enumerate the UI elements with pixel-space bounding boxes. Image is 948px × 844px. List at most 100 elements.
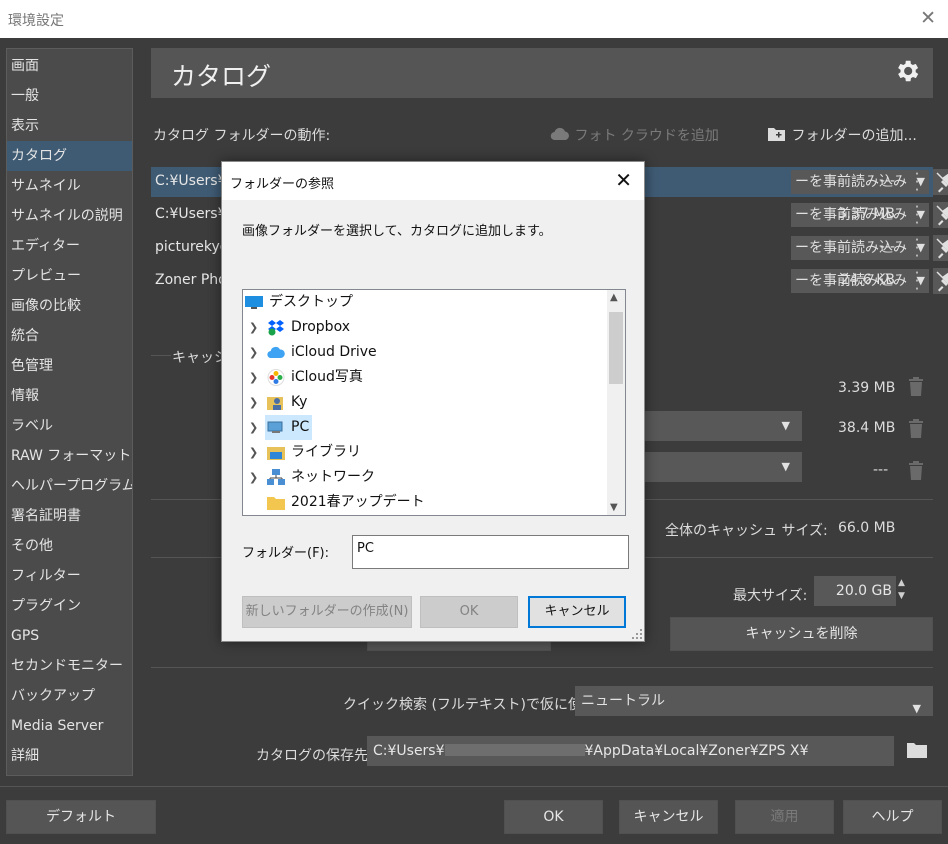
tree-scrollbar[interactable]: ▲ ▼	[607, 290, 625, 515]
folder-size: 24.6 KB	[840, 272, 895, 288]
sidebar-item[interactable]: セカンドモニター	[7, 651, 132, 681]
tree-node[interactable]: 2021春アップデート	[243, 490, 607, 515]
dropbox-icon	[267, 319, 285, 336]
more-options-icon[interactable]: · · ·	[913, 200, 921, 231]
folder-path: C:¥Users¥	[155, 206, 227, 222]
trash-icon[interactable]	[908, 460, 924, 480]
delete-cache-button[interactable]: キャッシュを削除	[670, 617, 933, 651]
sidebar-item[interactable]: 署名証明書	[7, 501, 132, 531]
tree-node[interactable]: ❯ Ky	[243, 390, 607, 415]
library-icon	[267, 444, 285, 461]
chevron-right-icon[interactable]: ❯	[249, 365, 261, 390]
sidebar-item[interactable]: プレビュー	[7, 261, 132, 291]
plug-icon[interactable]	[933, 202, 948, 228]
save-location-input[interactable]: C:¥Users¥ ¥AppData¥Local¥Zoner¥ZPS X¥	[367, 736, 894, 766]
new-folder-button[interactable]: 新しいフォルダーの作成(N)	[242, 596, 412, 628]
sidebar-item[interactable]: ラベル	[7, 411, 132, 441]
max-size-label: 最大サイズ:	[733, 588, 808, 604]
chevron-right-icon[interactable]: ❯	[249, 440, 261, 465]
ok-button[interactable]: OK	[504, 800, 603, 834]
sidebar-item[interactable]: GPS	[7, 621, 132, 651]
chevron-right-icon[interactable]: ❯	[249, 415, 261, 440]
tree-node[interactable]: ❯ Dropbox	[243, 315, 607, 340]
cache-location-dropdown-2[interactable]: ▼	[644, 452, 802, 482]
chevron-right-icon[interactable]: ❯	[249, 465, 261, 490]
close-icon[interactable]: ✕	[920, 7, 936, 29]
page-title: カタログ	[171, 62, 272, 91]
cache-location-dropdown-1[interactable]: ▼	[644, 411, 802, 441]
scroll-thumb[interactable]	[609, 312, 623, 384]
folder-path: picturekyo	[155, 239, 229, 255]
default-button[interactable]: デフォルト	[6, 800, 156, 834]
more-options-icon[interactable]: · · ·	[913, 266, 921, 297]
chevron-right-icon[interactable]: ❯	[249, 315, 261, 340]
sidebar-item[interactable]: 表示	[7, 111, 132, 141]
chevron-down-icon: ▼	[912, 702, 921, 715]
plug-icon[interactable]	[933, 268, 948, 294]
save-location-prefix: C:¥Users¥	[373, 743, 445, 759]
tree-node[interactable]: デスクトップ	[243, 290, 607, 315]
quick-search-label: クイック検索 (フルテキスト)で仮に使用:	[343, 697, 601, 713]
sidebar-item[interactable]: 一般	[7, 81, 132, 111]
folder-input[interactable]: PC	[352, 535, 629, 569]
tree-node[interactable]: ❯ ライブラリ	[243, 440, 607, 465]
resize-grip-icon[interactable]	[632, 629, 642, 639]
chevron-right-icon[interactable]: ❯	[249, 390, 261, 415]
sidebar-item[interactable]: ヘルパープログラム	[7, 471, 132, 501]
plug-icon[interactable]	[933, 169, 948, 195]
more-options-icon[interactable]: · · ·	[913, 233, 921, 264]
save-location-suffix: ¥AppData¥Local¥Zoner¥ZPS X¥	[584, 743, 809, 759]
dialog-cancel-button[interactable]: キャンセル	[528, 596, 626, 628]
folder-label: フォルダー(F):	[242, 546, 330, 561]
tree-node-label: iCloud Drive	[291, 344, 377, 360]
sidebar-item[interactable]: 情報	[7, 381, 132, 411]
max-size-input[interactable]: 20.0 GB	[814, 576, 896, 606]
add-folder-button[interactable]: フォルダーの追加...	[767, 125, 917, 145]
max-size-stepper[interactable]: ▲ ▼	[898, 577, 905, 603]
add-photo-cloud-link[interactable]: フォト クラウドを追加	[550, 125, 719, 145]
more-options-icon[interactable]: · · ·	[913, 167, 921, 198]
tree-node-label: 2021春アップデート	[291, 494, 425, 510]
title-bar: 環境設定 ✕	[0, 0, 948, 38]
sidebar-item[interactable]: プラグイン	[7, 591, 132, 621]
sidebar-item[interactable]: Media Server	[7, 711, 132, 741]
trash-icon[interactable]	[908, 418, 924, 438]
sidebar-item[interactable]: その他	[7, 531, 132, 561]
folder-browse-icon[interactable]	[906, 741, 928, 759]
sidebar-item[interactable]: 詳細	[7, 741, 132, 771]
plug-icon[interactable]	[933, 235, 948, 261]
sidebar-item[interactable]: RAW フォーマット	[7, 441, 132, 471]
scroll-down-icon[interactable]: ▼	[610, 502, 618, 513]
user-folder-icon	[267, 394, 285, 411]
sidebar-item[interactable]: サムネイルの説明	[7, 201, 132, 231]
cancel-button[interactable]: キャンセル	[619, 800, 718, 834]
sidebar-item[interactable]: エディター	[7, 231, 132, 261]
sidebar-item[interactable]: バックアップ	[7, 681, 132, 711]
sidebar-item[interactable]: 画像の比較	[7, 291, 132, 321]
gear-icon[interactable]	[893, 57, 921, 85]
apply-button[interactable]: 適用	[735, 800, 834, 834]
icloud-icon	[267, 344, 285, 361]
chevron-right-icon[interactable]: ❯	[249, 340, 261, 365]
quick-search-dropdown[interactable]: ニュートラル ▼	[575, 686, 933, 716]
sidebar-item[interactable]: フィルター	[7, 561, 132, 591]
dialog-description: 画像フォルダーを選択して、カタログに追加します。	[242, 224, 552, 239]
add-folder-label: フォルダーの追加...	[791, 128, 917, 144]
sidebar-item[interactable]: カタログ	[7, 141, 132, 171]
dialog-ok-button[interactable]: OK	[420, 596, 518, 628]
sidebar-item[interactable]: サムネイル	[7, 171, 132, 201]
help-button[interactable]: ヘルプ	[843, 800, 942, 834]
scroll-up-icon[interactable]: ▲	[610, 292, 618, 303]
tree-node[interactable]: ❯ ネットワーク	[243, 465, 607, 490]
sidebar-item[interactable]: 画面	[7, 51, 132, 81]
chevron-down-icon: ▼	[781, 419, 790, 432]
tree-node[interactable]: ❯ iCloud Drive	[243, 340, 607, 365]
close-icon[interactable]: ✕	[615, 168, 632, 192]
tree-node[interactable]: ❯ iCloud写真	[243, 365, 607, 390]
chevron-down-icon: ▼	[781, 460, 790, 473]
sidebar-item[interactable]: 色管理	[7, 351, 132, 381]
tree-node[interactable]: ❯ PC	[243, 415, 607, 440]
sidebar-item[interactable]: 統合	[7, 321, 132, 351]
browse-folder-dialog: フォルダーの参照 ✕ 画像フォルダーを選択して、カタログに追加します。 ▲ ▼ …	[221, 161, 645, 642]
trash-icon[interactable]	[908, 376, 924, 396]
